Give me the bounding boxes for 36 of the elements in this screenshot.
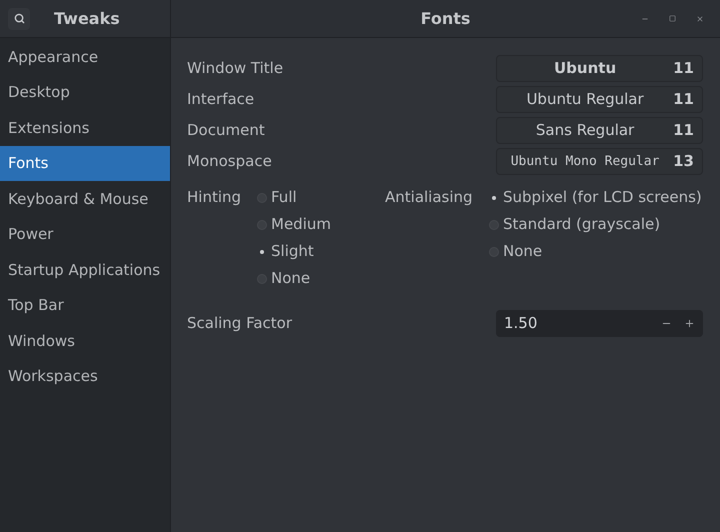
font-picker-button[interactable]: Ubuntu 11 [496,55,703,82]
sidebar-item[interactable]: Appearance [0,39,170,74]
close-icon[interactable] [696,14,704,22]
sidebar-item[interactable]: Workspaces [0,358,170,394]
font-picker-button[interactable]: Ubuntu Regular 11 [496,86,703,113]
sidebar-item[interactable]: Startup Applications [0,252,170,288]
scaling-spin-field[interactable]: 1.50 [496,310,703,337]
sidebar-item[interactable]: Windows [0,323,170,358]
font-label: Window Title [187,58,284,80]
font-picker-button[interactable]: Ubuntu Mono Regular 13 [496,148,703,175]
scaling-factor-label: Scaling Factor [187,313,294,334]
sidebar-item[interactable]: Power [0,216,170,252]
font-label: Monospace [187,151,273,172]
radio-label: Standard (grayscale) [503,214,660,236]
radio-label: None [271,268,310,290]
sidebar-item[interactable]: Fonts [0,146,170,181]
search-button[interactable] [8,8,30,30]
radio-label: Full [271,187,297,208]
radio-label: Medium [271,214,331,236]
font-label: Interface [187,89,256,110]
radio-label: Slight [271,241,314,262]
maximize-icon[interactable] [669,14,676,22]
sidebar-item[interactable]: Keyboard & Mouse [0,181,170,216]
radio-label: Subpixel (for LCD screens) [503,187,702,208]
radio-label: None [503,241,542,262]
font-picker-button[interactable]: Sans Regular 11 [496,117,703,144]
hinting-label: Hinting [187,187,242,208]
sidebar-item[interactable]: Extensions [0,110,170,146]
search-icon [14,13,24,24]
sidebar-item[interactable]: Desktop [0,74,170,110]
window-title: Fonts [420,8,470,30]
increase-icon[interactable] [684,318,695,329]
font-label: Document [187,120,266,142]
sidebar-item[interactable]: Top Bar [0,288,170,323]
app-title: Tweaks [54,8,120,30]
antialiasing-label: Antialiasing [385,187,474,208]
